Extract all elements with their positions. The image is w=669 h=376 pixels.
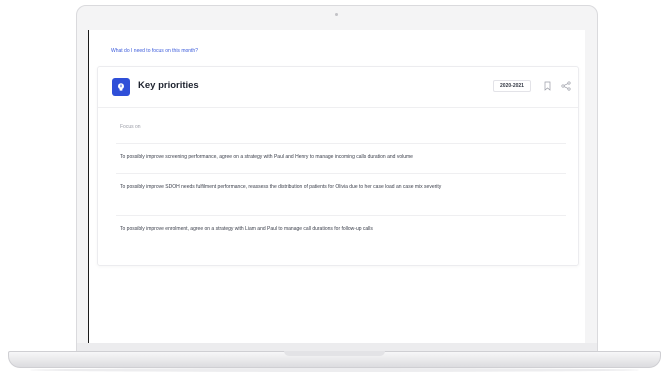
card-title: Key priorities (138, 80, 199, 91)
priorities-logo (112, 78, 130, 96)
screen-bezel-bottom (76, 343, 598, 351)
card-header: Key priorities 2020-2021 (98, 67, 578, 108)
laptop-shadow (30, 368, 639, 372)
focus-on-label: Focus on (120, 124, 141, 130)
laptop-screen: What do I need to focus on this month? K… (88, 30, 585, 343)
key-priorities-card: Key priorities 2020-2021 Focus on To pos… (97, 66, 579, 266)
laptop-notch (284, 351, 385, 356)
priority-item: To possibly improve enrolment, agree on … (116, 215, 566, 245)
lightbulb-icon (118, 83, 124, 91)
year-selector[interactable]: 2020-2021 (493, 80, 531, 92)
bookmark-icon[interactable] (544, 81, 551, 91)
share-icon[interactable] (561, 81, 571, 91)
question-link[interactable]: What do I need to focus on this month? (111, 48, 198, 54)
priority-item: To possibly improve SDOH needs fulfilmen… (116, 173, 566, 215)
priority-item: To possibly improve screening performanc… (116, 143, 566, 173)
camera-dot (335, 13, 338, 16)
